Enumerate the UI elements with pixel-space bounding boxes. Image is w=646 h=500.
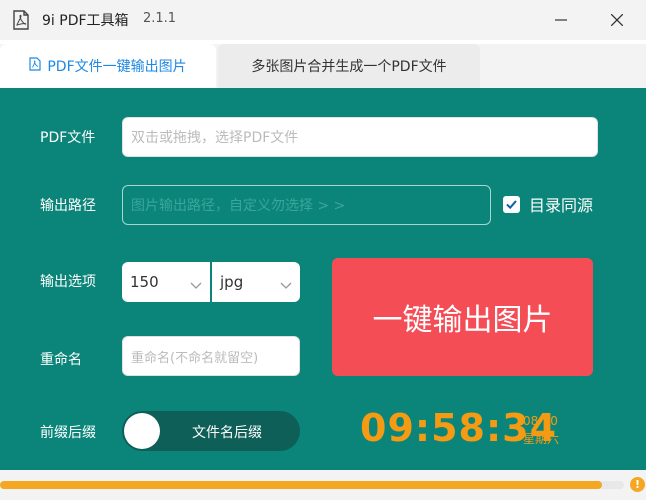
progress-area: !: [0, 470, 646, 500]
rename-placeholder: 重命名(不命名就留空): [131, 350, 259, 366]
clock-weekday: 星期六: [523, 432, 560, 446]
pdf-app-icon: [12, 10, 30, 30]
pdf-file-placeholder: 双击或拖拽，选择PDF文件: [131, 130, 299, 146]
clock-date: 08-30: [523, 414, 558, 428]
format-select[interactable]: jpg: [212, 262, 300, 302]
tab-label: PDF文件一键输出图片: [47, 59, 187, 75]
output-path-input[interactable]: 图片输出路径，自定义勿选择 > >: [122, 185, 491, 225]
close-button[interactable]: [594, 0, 640, 40]
close-icon: [610, 11, 624, 30]
main-panel: PDF文件 双击或拖拽，选择PDF文件 输出路径 图片输出路径，自定义勿选择 >…: [0, 88, 646, 470]
export-images-button[interactable]: 一键输出图片: [332, 258, 593, 376]
chevron-down-icon: [190, 276, 202, 294]
prefix-suffix-toggle[interactable]: 文件名后缀: [122, 411, 300, 451]
minimize-icon: [555, 11, 567, 30]
dpi-select[interactable]: 150: [122, 262, 210, 302]
prefix-suffix-label: 前缀后缀: [40, 425, 96, 441]
progress-bar: [0, 481, 624, 489]
same-dir-label: 目录同源: [529, 196, 594, 215]
pdf-file-label: PDF文件: [40, 130, 96, 146]
app-version: 2.1.1: [143, 11, 177, 26]
app-title: 9i PDF工具箱: [42, 13, 129, 29]
toggle-knob: [124, 413, 160, 449]
tab-pdf-to-images[interactable]: PDF文件一键输出图片: [0, 44, 216, 88]
toggle-text: 文件名后缀: [192, 425, 262, 441]
warning-icon[interactable]: !: [630, 477, 645, 492]
pdf-file-icon: [29, 57, 47, 75]
minimize-button[interactable]: [538, 0, 584, 40]
tab-images-to-pdf[interactable]: 多张图片合并生成一个PDF文件: [218, 44, 480, 88]
format-value: jpg: [220, 273, 244, 291]
output-options-label: 输出选项: [40, 274, 96, 290]
rename-label: 重命名: [40, 352, 82, 368]
output-path-label: 输出路径: [40, 198, 96, 214]
same-dir-checkbox[interactable]: 目录同源: [503, 192, 593, 216]
pdf-file-input[interactable]: 双击或拖拽，选择PDF文件: [122, 117, 598, 157]
tab-bar: PDF文件一键输出图片 多张图片合并生成一个PDF文件: [0, 44, 646, 88]
dpi-value: 150: [130, 273, 159, 291]
output-path-placeholder: 图片输出路径，自定义勿选择 > >: [131, 198, 346, 214]
checkbox-checked-icon: [503, 195, 520, 213]
tab-label: 多张图片合并生成一个PDF文件: [251, 59, 447, 75]
chevron-down-icon: [280, 276, 292, 294]
progress-fill: [0, 481, 603, 489]
title-bar: 9i PDF工具箱 2.1.1: [0, 0, 646, 40]
rename-input[interactable]: 重命名(不命名就留空): [122, 336, 300, 376]
